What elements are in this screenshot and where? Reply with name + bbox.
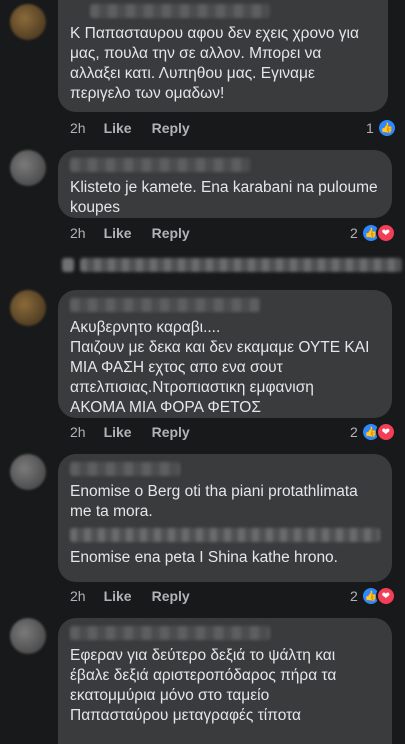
like-button[interactable]: Like [104, 588, 132, 604]
commenter-name[interactable] [70, 462, 180, 476]
like-button[interactable]: Like [104, 120, 132, 136]
reply-button[interactable]: Reply [152, 120, 190, 136]
reaction-summary[interactable]: 2 👍 ❤ [350, 223, 396, 243]
reaction-summary[interactable]: 2 👍 ❤ [350, 586, 396, 606]
view-replies-link[interactable] [62, 258, 402, 272]
avatar[interactable] [10, 454, 46, 490]
avatar[interactable] [10, 290, 46, 326]
reply-button[interactable]: Reply [152, 225, 190, 241]
comment-text: Εφεραν για δεύτερο δεξιά το ψάλτη και έβ… [70, 647, 337, 724]
reaction-count: 1 [366, 120, 374, 136]
comment-bubble: Ακυβερνητο καραβι.... Παιζουν με δεκα κα… [58, 290, 392, 418]
heart-icon: ❤ [375, 586, 396, 606]
commenter-name[interactable] [70, 298, 260, 312]
like-button[interactable]: Like [104, 424, 132, 440]
comment-text: Ακυβερνητο καραβι.... Παιζουν με δεκα κα… [70, 319, 370, 416]
comment-time[interactable]: 2h [70, 120, 86, 136]
comment-time[interactable]: 2h [70, 225, 86, 241]
reply-button[interactable]: Reply [152, 588, 190, 604]
reaction-summary[interactable]: 2 👍 ❤ [350, 422, 396, 442]
comment-bubble: Enomise o Berg oti tha piani protathlima… [58, 454, 392, 582]
commenter-name[interactable] [90, 4, 270, 18]
avatar[interactable] [10, 150, 46, 186]
comment-text: Enomise o Berg oti tha piani protathlima… [70, 483, 358, 520]
redacted-line [70, 528, 380, 542]
comment-bubble: Κ Παπασταυρου αφου δεν εχεις χρονο για μ… [58, 0, 388, 112]
thumbs-up-icon: 👍 [376, 118, 397, 138]
heart-icon: ❤ [375, 223, 396, 243]
reaction-summary[interactable]: 1 👍 [366, 118, 397, 138]
comment-bubble: Klisteto je kamete. Ena karabani na pulo… [58, 150, 392, 218]
comment-text: Klisteto je kamete. Ena karabani na pulo… [70, 179, 378, 216]
comment-actions: 2h Like Reply [70, 588, 210, 604]
reply-button[interactable]: Reply [152, 424, 190, 440]
comment-time[interactable]: 2h [70, 588, 86, 604]
comment-time[interactable]: 2h [70, 424, 86, 440]
commenter-name[interactable] [70, 158, 250, 172]
heart-icon: ❤ [375, 422, 396, 442]
comment-text-continued: Enomise ena peta I Shina kathe hrono. [70, 549, 338, 566]
reaction-count: 2 [350, 424, 358, 440]
comment-text: Κ Παπασταυρου αφου δεν εχεις χρονο για μ… [70, 25, 359, 102]
comment-actions: 2h Like Reply [70, 120, 210, 136]
comment-bubble: Εφεραν για δεύτερο δεξιά το ψάλτη και έβ… [58, 618, 392, 744]
comment-actions: 2h Like Reply [70, 225, 210, 241]
commenter-name[interactable] [70, 626, 270, 640]
reaction-count: 2 [350, 225, 358, 241]
reaction-count: 2 [350, 588, 358, 604]
avatar[interactable] [10, 4, 46, 40]
comment-actions: 2h Like Reply [70, 424, 210, 440]
avatar[interactable] [10, 618, 46, 654]
like-button[interactable]: Like [104, 225, 132, 241]
